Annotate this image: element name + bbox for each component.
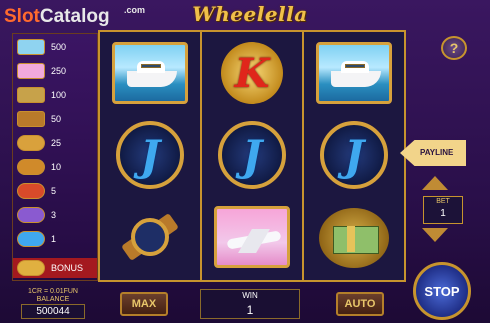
cash-icon xyxy=(319,204,389,270)
jet-icon xyxy=(214,206,290,268)
yacht-icon xyxy=(316,42,392,104)
paytable-value: 25 xyxy=(51,138,62,148)
paytable-row: 1 xyxy=(17,230,56,248)
max-bet-button[interactable]: MAX xyxy=(120,292,168,316)
j-symbol-icon: J xyxy=(320,121,388,189)
paytable-row: 50 xyxy=(17,110,61,128)
paytable-value: 1 xyxy=(51,234,57,244)
jet-icon xyxy=(17,63,45,79)
credit-rate: 1CR = 0.01FUN xyxy=(28,288,78,295)
bet-decrease-arrow-icon[interactable] xyxy=(422,228,448,242)
watch-icon xyxy=(17,111,45,127)
help-button[interactable]: ? xyxy=(441,36,467,60)
watermark-slot: Slot xyxy=(4,6,40,27)
autoplay-button[interactable]: AUTO xyxy=(336,292,384,316)
bet-display: BET 1 xyxy=(423,196,463,224)
bet-label: BET xyxy=(436,198,450,205)
paytable-value: 5 xyxy=(51,186,57,196)
balance-label: BALANCE xyxy=(36,296,70,303)
reel-2-symbol-3 xyxy=(202,196,302,278)
game-title: Wheelella xyxy=(192,2,308,26)
paytable-value: 3 xyxy=(51,210,57,220)
win-value: 1 xyxy=(246,303,254,317)
reel-3-symbol-3 xyxy=(304,196,404,278)
j-coin-icon xyxy=(17,231,45,247)
k-coin-icon xyxy=(17,183,45,199)
payline-label: PAYLINE xyxy=(420,148,454,157)
win-display: WIN 1 xyxy=(200,289,300,319)
bonus-icon xyxy=(17,260,45,276)
win-label: WIN xyxy=(242,291,258,300)
paytable: 500 250 100 50 25 10 5 3 1 BONUS xyxy=(12,33,98,281)
reel-area: J K J J xyxy=(98,30,406,282)
reel-3-symbol-2: J xyxy=(304,114,404,196)
cash-icon xyxy=(17,87,45,103)
paytable-row: 25 xyxy=(17,134,61,152)
q-coin-icon xyxy=(17,207,45,223)
paytable-row: 5 xyxy=(17,182,56,200)
paytable-row: 10 xyxy=(17,158,61,176)
reel-3-symbol-1 xyxy=(304,32,404,114)
stop-button[interactable]: STOP xyxy=(413,262,471,320)
coin-icon xyxy=(17,135,45,151)
reel-1-symbol-2: J xyxy=(100,114,200,196)
bet-increase-arrow-icon[interactable] xyxy=(422,176,448,190)
paytable-row: 500 xyxy=(17,38,66,56)
watermark-catalog: Catalog xyxy=(39,6,110,27)
paytable-value: 250 xyxy=(51,66,67,76)
watermark-com: .com xyxy=(124,5,146,15)
bonus-label: BONUS xyxy=(51,263,84,273)
watch-icon xyxy=(117,204,183,270)
paytable-value: 500 xyxy=(51,42,67,52)
paytable-value: 100 xyxy=(51,90,67,100)
yacht-icon xyxy=(17,39,45,55)
k-symbol-icon: K xyxy=(221,42,283,104)
a-coin-icon xyxy=(17,159,45,175)
reel-2-symbol-2: J xyxy=(202,114,302,196)
reel-1-symbol-3 xyxy=(100,196,200,278)
paytable-row: 3 xyxy=(17,206,56,224)
reel-2-symbol-1: K xyxy=(202,32,302,114)
paytable-row: 250 xyxy=(17,62,66,80)
payline-indicator: PAYLINE xyxy=(400,140,466,166)
paytable-bonus-row: BONUS xyxy=(13,258,97,278)
reel-1-symbol-1 xyxy=(100,32,200,114)
paytable-value: 50 xyxy=(51,114,62,124)
bet-value: 1 xyxy=(440,208,446,219)
paytable-row: 100 xyxy=(17,86,66,104)
balance-panel: 1CR = 0.01FUN BALANCE 500044 xyxy=(18,288,88,319)
yacht-icon xyxy=(112,42,188,104)
j-symbol-icon: J xyxy=(116,121,184,189)
game-frame: SlotCatalog .com Wheelella 500 250 100 5… xyxy=(0,0,490,323)
j-symbol-icon: J xyxy=(218,121,286,189)
paytable-value: 10 xyxy=(51,162,62,172)
balance-value: 500044 xyxy=(21,304,85,319)
